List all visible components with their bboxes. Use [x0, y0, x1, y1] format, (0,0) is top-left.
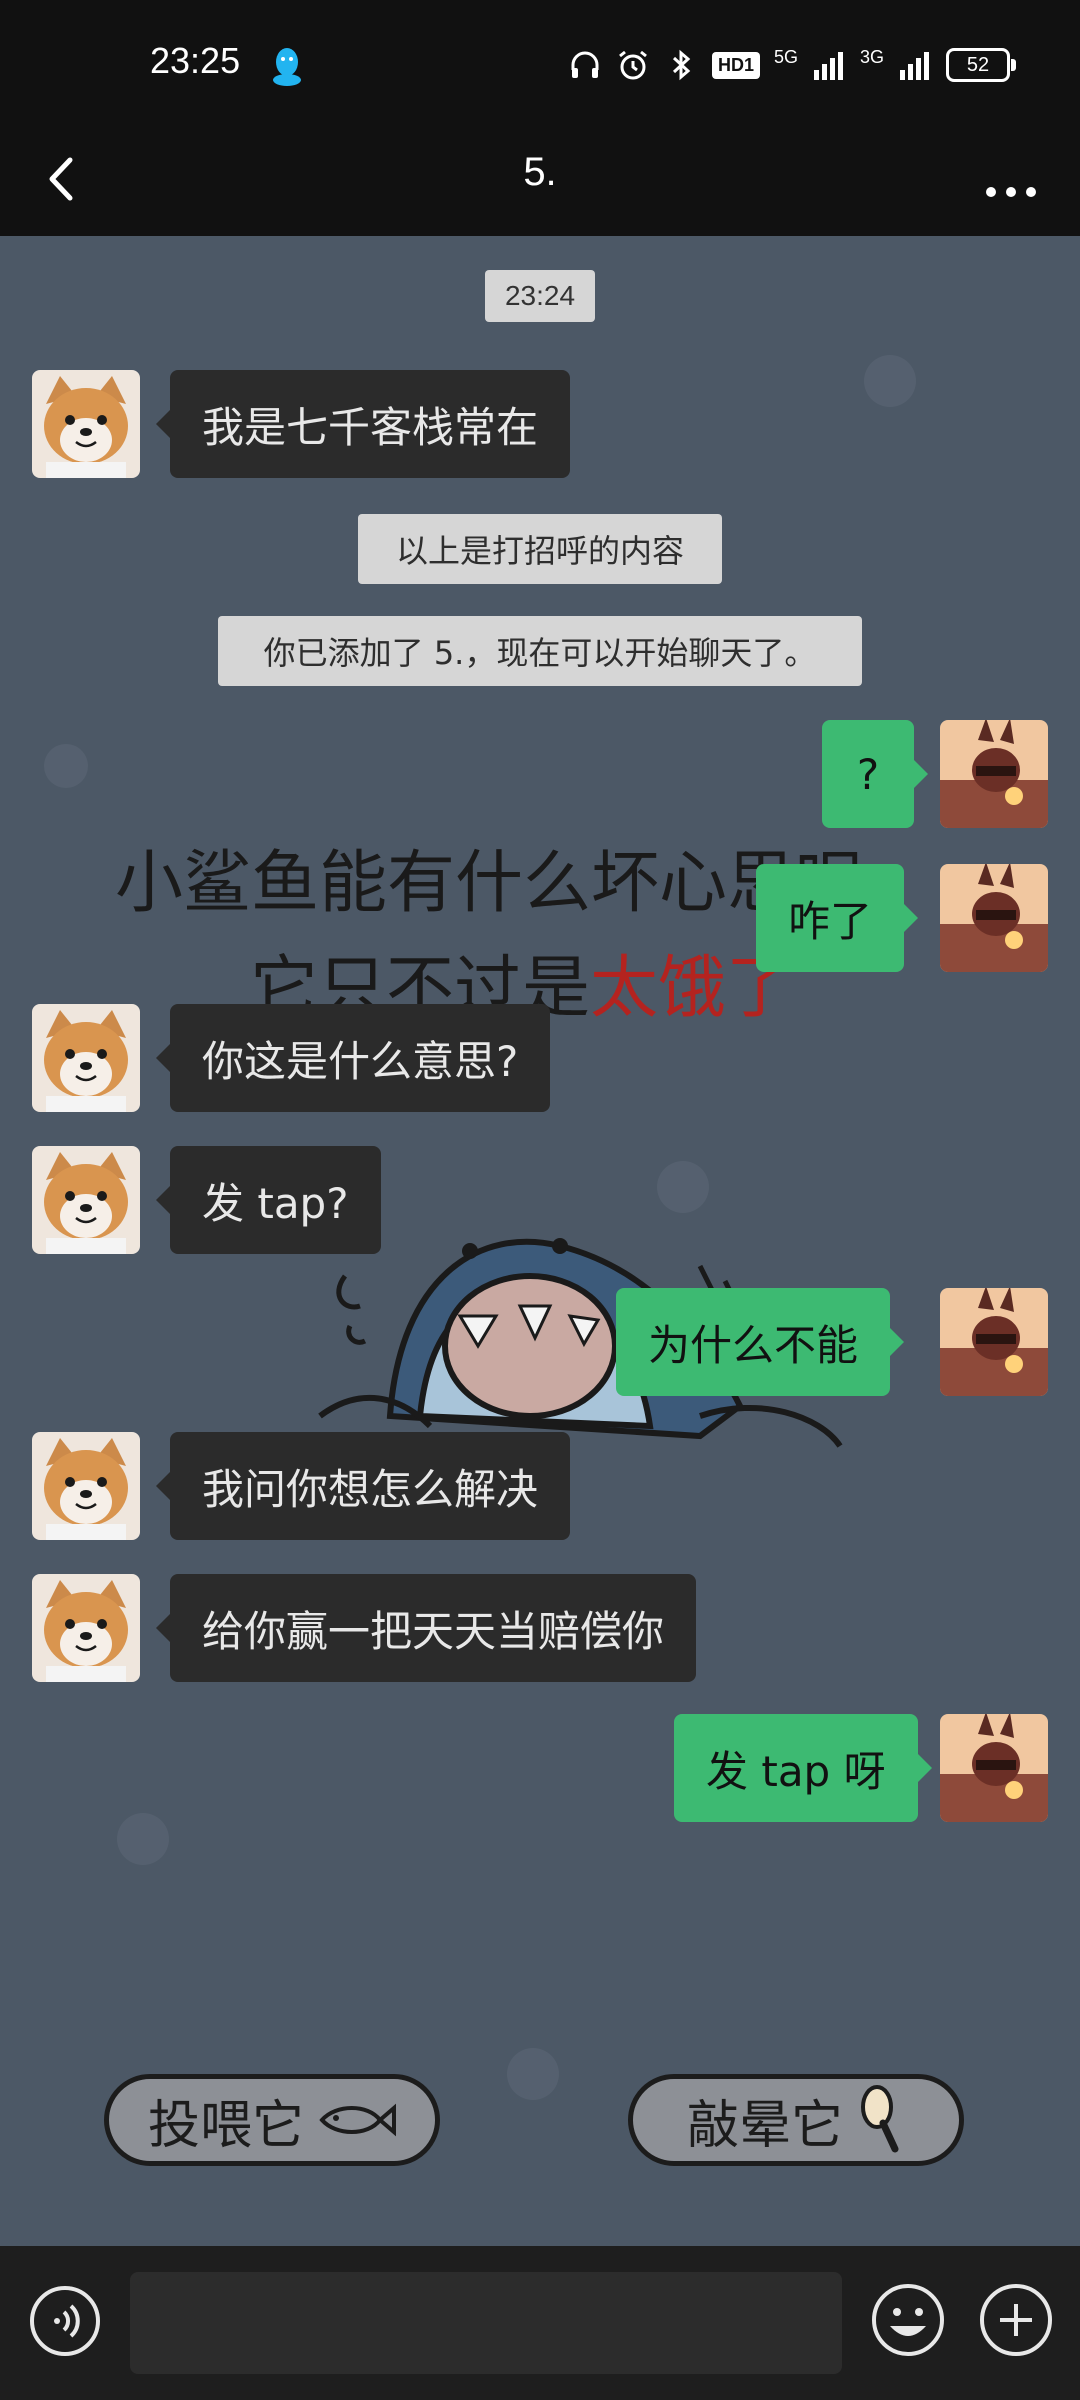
bunny-character-icon [940, 1714, 1048, 1822]
wallpaper-text-line1: 小鲨鱼能有什么坏心思呢 [115, 844, 863, 923]
shiba-dog-icon [32, 1574, 140, 1682]
chat-header: 5. [0, 126, 1080, 236]
outgoing-message[interactable]: 发 tap 呀 [674, 1714, 932, 1822]
my-avatar[interactable] [940, 1714, 1048, 1822]
status-icons: HD1 5G 3G 52 [568, 47, 1016, 82]
status-time: 23:25 [150, 40, 241, 81]
alarm-icon [619, 50, 647, 80]
contact-avatar[interactable] [32, 1004, 140, 1112]
network-3g-label: 3G [859, 47, 884, 67]
friend-added-note: 你已添加了 5.，现在可以开始聊天了。 [218, 616, 862, 686]
my-avatar[interactable] [940, 720, 1048, 828]
qq-icon [273, 48, 301, 86]
fish-icon [319, 2103, 396, 2137]
shiba-dog-icon [32, 370, 140, 478]
signal-icon [900, 52, 929, 80]
bunny-character-icon [940, 1288, 1048, 1396]
knock-out-button[interactable]: 敲晕它 [628, 2074, 964, 2166]
outgoing-message[interactable]: 为什么不能 [616, 1288, 905, 1396]
contact-avatar[interactable] [32, 1146, 140, 1254]
bluetooth-icon [672, 49, 691, 81]
my-avatar[interactable] [940, 864, 1048, 972]
voice-icon[interactable] [28, 2284, 102, 2358]
battery-level: 52 [966, 53, 990, 76]
my-avatar[interactable] [940, 1288, 1048, 1396]
emoji-icon[interactable] [870, 2282, 946, 2358]
contact-avatar[interactable] [32, 1432, 140, 1540]
shiba-dog-icon [32, 1146, 140, 1254]
chat-title: 5. [523, 150, 557, 194]
club-icon [861, 2085, 899, 2153]
contact-avatar[interactable] [32, 370, 140, 478]
contact-avatar[interactable] [32, 1574, 140, 1682]
battery-icon: 52 [946, 48, 1016, 82]
hd-badge: HD1 [711, 51, 760, 79]
incoming-message[interactable]: 我问你想怎么解决 [155, 1432, 571, 1540]
network-5g-label: 5G [773, 47, 798, 67]
chat-area[interactable]: 小鲨鱼能有什么坏心思呢 它只不过是太饿了 23:24 我是七千客栈常在 以上是打… [0, 236, 1080, 2246]
incoming-message[interactable]: 发 tap? [156, 1146, 381, 1254]
shiba-dog-icon [32, 1432, 140, 1540]
message-input[interactable] [130, 2272, 842, 2374]
incoming-message[interactable]: 我是七千客栈常在 [155, 370, 571, 478]
outgoing-message[interactable]: 咋了 [756, 864, 919, 972]
chat-timestamp: 23:24 [485, 270, 595, 322]
outgoing-message[interactable]: ? [822, 720, 928, 828]
greeting-note: 以上是打招呼的内容 [358, 514, 722, 584]
more-options-button[interactable] [966, 144, 1056, 214]
knock-out-label: 敲晕它 [686, 2095, 843, 2156]
headphones-icon [571, 51, 599, 78]
bunny-character-icon [940, 720, 1048, 828]
shiba-dog-icon [32, 1004, 140, 1112]
input-bar [0, 2246, 1080, 2400]
incoming-message[interactable]: 你这是什么意思? [155, 1004, 551, 1112]
plus-icon[interactable] [978, 2282, 1054, 2358]
incoming-message[interactable]: 给你赢一把天天当赔偿你 [155, 1574, 697, 1682]
feed-it-button[interactable]: 投喂它 [104, 2074, 440, 2166]
feed-it-label: 投喂它 [147, 2095, 304, 2156]
status-bar: 23:25 HD1 5G 3G 52 [0, 0, 1080, 126]
bunny-character-icon [940, 864, 1048, 972]
signal-icon [813, 52, 843, 80]
